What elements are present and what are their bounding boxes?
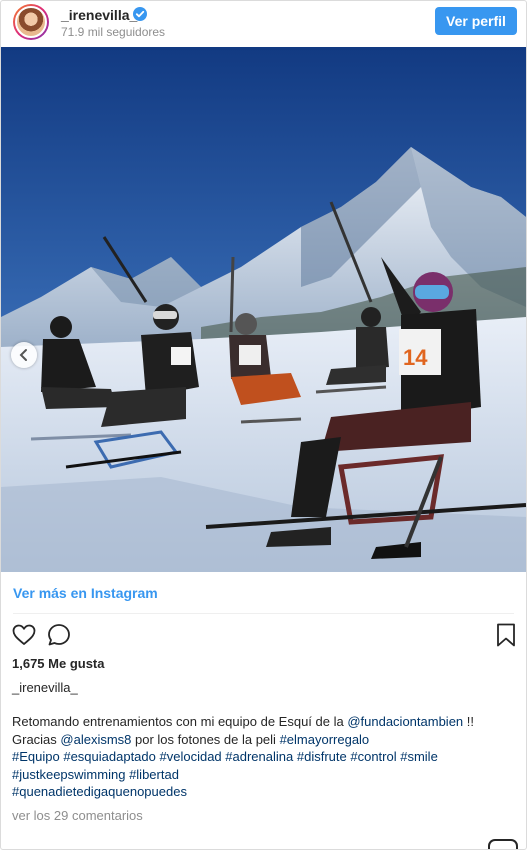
hashtag-link[interactable]: #elmayorregalo	[280, 732, 370, 747]
instagram-embed-card: _irenevilla_ 71.9 mil seguidores Ver per…	[0, 0, 527, 850]
hashtag-link[interactable]: #smile	[400, 749, 438, 764]
hashtag-link[interactable]: #justkeepswimming	[12, 767, 125, 782]
follower-count: 71.9 mil seguidores	[61, 25, 166, 39]
caption-text: por los fotones de la peli	[131, 731, 280, 747]
comment-icon[interactable]	[46, 622, 72, 648]
bib-number: 14	[403, 345, 428, 370]
next-embed-icon	[488, 839, 518, 849]
caption-text: Retomando entrenamientos con mi equipo d…	[12, 714, 348, 729]
caption-line-5: #quenadietedigaquenopuedes	[12, 783, 517, 801]
caption-line-3: #Equipo #esquiadaptado #velocidad #adren…	[12, 748, 517, 766]
hashtag-link[interactable]: #quenadietedigaquenopuedes	[12, 784, 187, 799]
caption-line-1: Retomando entrenamientos con mi equipo d…	[12, 713, 517, 731]
caption-line-2: Gracias @alexisms8 por los fotones de la…	[12, 731, 517, 749]
verified-badge-icon	[133, 7, 147, 21]
hashtag-link[interactable]: #adrenalina	[225, 749, 293, 764]
view-more-on-instagram-link[interactable]: Ver más en Instagram	[13, 585, 158, 601]
hashtag-link[interactable]: #disfrute	[297, 749, 347, 764]
hashtag-link[interactable]: #Equipo	[12, 749, 60, 764]
caption-text: Gracias	[12, 731, 61, 747]
chevron-left-icon	[19, 349, 27, 361]
hashtag-link[interactable]: #libertad	[129, 767, 179, 782]
avatar[interactable]	[13, 4, 49, 40]
post-author[interactable]: _irenevilla_	[12, 680, 78, 695]
post-photo[interactable]: 14	[1, 47, 526, 572]
post-header: _irenevilla_ 71.9 mil seguidores Ver per…	[1, 1, 526, 47]
heart-icon[interactable]	[11, 622, 37, 648]
view-profile-button[interactable]: Ver perfil	[435, 7, 517, 35]
bookmark-icon[interactable]	[493, 622, 519, 648]
view-comments-link[interactable]: ver los 29 comentarios	[12, 808, 143, 823]
divider	[13, 613, 514, 614]
mention-link[interactable]: @fundaciontambien	[347, 714, 463, 729]
caption-line-4: #justkeepswimming #libertad	[12, 766, 517, 784]
hashtag-link[interactable]: #control	[350, 749, 396, 764]
mention-link[interactable]: @alexisms8	[60, 732, 131, 747]
username-link[interactable]: _irenevilla_	[61, 7, 137, 23]
like-count[interactable]: 1,675 Me gusta	[12, 656, 105, 671]
hashtag-link[interactable]: #esquiadaptado	[63, 749, 156, 764]
previous-photo-button[interactable]	[11, 342, 37, 368]
post-caption: Retomando entrenamientos con mi equipo d…	[12, 713, 517, 801]
hashtag-link[interactable]: #velocidad	[160, 749, 222, 764]
caption-text: !!	[463, 714, 474, 729]
